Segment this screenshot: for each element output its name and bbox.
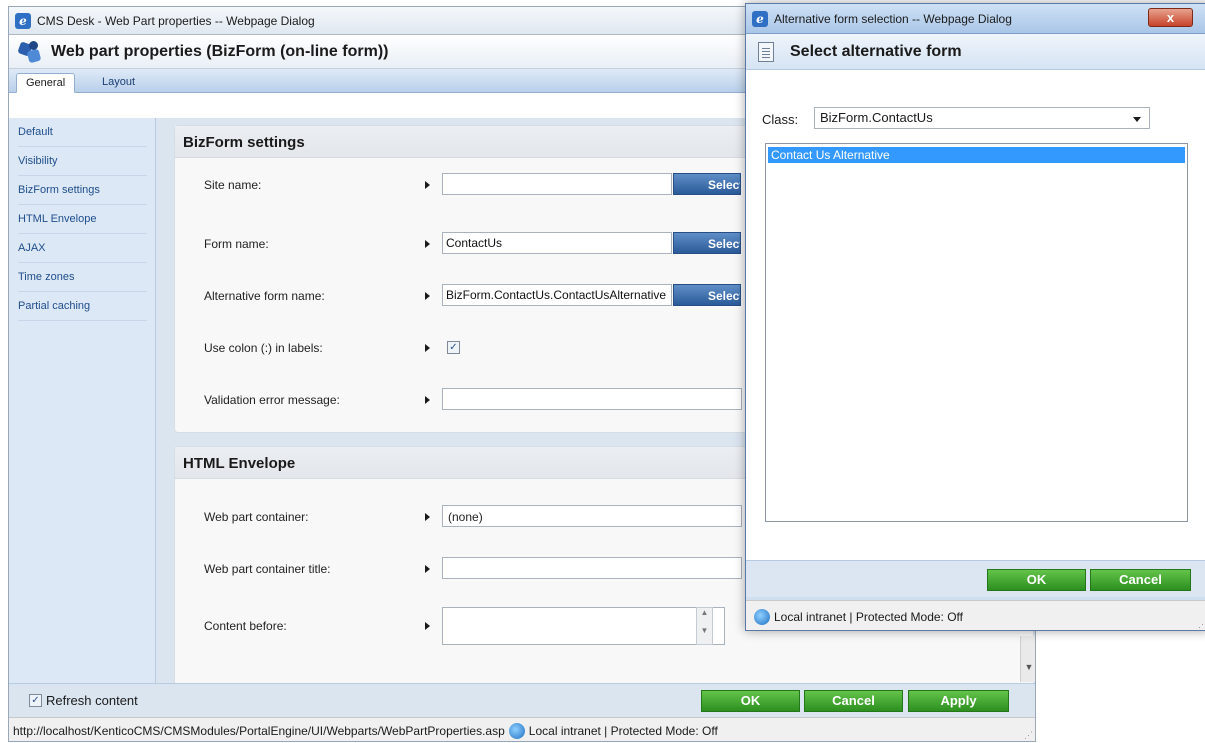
dialog-ok-button[interactable]: OK [987,569,1086,591]
tab-general[interactable]: General [16,73,76,93]
content-before-label: Content before: [204,619,287,633]
alt-form-name-select-button[interactable]: Select [673,284,741,306]
form-name-input[interactable]: ContactUs [442,232,672,254]
expand-arrow-icon[interactable] [425,565,430,573]
main-status-bar: http://localhost/KenticoCMS/CMSModules/P… [9,717,1035,741]
sidebar-divider [18,175,147,176]
ie-icon: e [15,12,31,29]
alt-form-name-input[interactable]: BizForm.ContactUs.ContactUsAlternative [442,284,672,306]
globe-icon [754,608,770,625]
sidebar-item-visibility[interactable]: Visibility [9,147,155,176]
close-button[interactable]: x [1148,8,1193,27]
alternative-form-list[interactable]: Contact Us Alternative [765,143,1188,522]
class-select[interactable]: BizForm.ContactUs [814,107,1150,129]
class-label: Class: [762,112,799,127]
sidebar-divider [18,262,147,263]
sidebar-divider [18,320,147,321]
sidebar-item-bizform-settings[interactable]: BizForm settings [9,176,155,205]
dialog-button-bar: OK Cancel [746,561,1205,597]
sidebar: Default Visibility BizForm settings HTML… [9,118,156,683]
use-colon-checkbox[interactable]: ✓ [447,341,460,354]
form-name-label: Form name: [204,237,269,251]
dialog-status-zone: Local intranet | Protected Mode: Off [774,609,963,624]
site-name-select-button[interactable]: Select [673,173,741,195]
dialog-header: Select alternative form [746,34,1205,70]
dialog-body: Class: BizForm.ContactUs Contact Us Alte… [746,70,1205,561]
content-before-textarea[interactable] [442,607,725,645]
alternative-form-dialog: e Alternative form selection -- Webpage … [745,3,1205,631]
sidebar-item-ajax[interactable]: AJAX [9,234,155,263]
site-name-input[interactable] [442,173,672,195]
site-name-label: Site name: [204,178,262,192]
ok-button[interactable]: OK [701,690,800,712]
resize-grip-icon[interactable]: ⋰ [1198,619,1205,630]
sidebar-item-time-zones[interactable]: Time zones [9,263,155,292]
apply-button[interactable]: Apply [908,690,1009,712]
sidebar-item-partial-caching[interactable]: Partial caching [9,292,155,321]
dialog-cancel-button[interactable]: Cancel [1090,569,1191,591]
sidebar-item-default[interactable]: Default [9,118,155,147]
document-icon [758,41,774,62]
container-title-input[interactable] [442,557,742,579]
dialog-window-title: Alternative form selection -- Webpage Di… [774,11,1012,26]
container-title-label: Web part container title: [204,562,331,576]
container-label: Web part container: [204,510,309,524]
expand-arrow-icon[interactable] [425,292,430,300]
refresh-content-label: Refresh content [46,693,138,708]
sidebar-divider [18,146,147,147]
webpart-icon [17,40,43,64]
dialog-title: Select alternative form [790,42,962,60]
expand-arrow-icon[interactable] [425,344,430,352]
main-window-title: CMS Desk - Web Part properties -- Webpag… [37,13,315,28]
alt-form-name-label: Alternative form name: [204,289,325,303]
cancel-button[interactable]: Cancel [804,690,903,712]
tab-layout[interactable]: Layout [93,73,144,93]
dialog-footer: ✓ Refresh content OK Cancel Apply [9,683,1035,717]
expand-arrow-icon[interactable] [425,622,430,630]
sidebar-divider [18,233,147,234]
form-name-select-button[interactable]: Select [673,232,741,254]
status-url: http://localhost/KenticoCMS/CMSModules/P… [13,723,505,738]
refresh-content-checkbox[interactable]: ✓ [29,694,42,707]
container-select[interactable]: (none) [442,505,742,527]
resize-grip-icon[interactable]: ⋰ [1024,730,1033,741]
textarea-scrollbar[interactable]: ▲ ▼ [696,607,713,645]
dialog-titlebar[interactable]: e Alternative form selection -- Webpage … [746,4,1205,34]
expand-arrow-icon[interactable] [425,513,430,521]
sidebar-divider [18,204,147,205]
refresh-content-toggle[interactable]: ✓ Refresh content [29,693,138,708]
page-title: Web part properties (BizForm (on-line fo… [51,42,389,60]
expand-arrow-icon[interactable] [425,181,430,189]
use-colon-label: Use colon (:) in labels: [204,341,323,355]
sidebar-divider [18,291,147,292]
content-scrollbar[interactable]: ▼ [1020,636,1035,682]
status-zone: Local intranet | Protected Mode: Off [528,723,718,738]
dialog-status-bar: Local intranet | Protected Mode: Off ⋰ [746,600,1205,630]
expand-arrow-icon[interactable] [425,396,430,404]
chevron-down-icon[interactable] [1133,117,1141,122]
sidebar-item-html-envelope[interactable]: HTML Envelope [9,205,155,234]
class-select-value: BizForm.ContactUs [820,110,933,125]
validation-error-input[interactable] [442,388,742,410]
globe-icon [508,722,525,739]
list-item[interactable]: Contact Us Alternative [768,147,1185,163]
validation-error-label: Validation error message: [204,393,340,407]
ie-icon: e [752,10,768,27]
expand-arrow-icon[interactable] [425,240,430,248]
